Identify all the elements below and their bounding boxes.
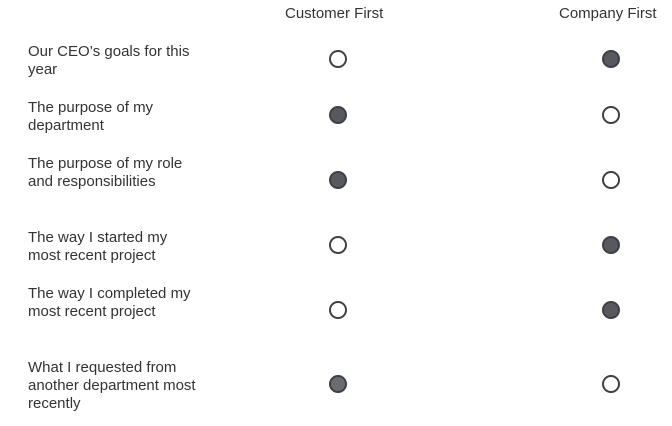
radio-row5-company-first[interactable] xyxy=(602,301,620,319)
radio-row1-company-first[interactable] xyxy=(602,50,620,68)
radio-row2-customer-first[interactable] xyxy=(329,106,347,124)
row-label: The way I started my most recent project xyxy=(28,229,168,264)
row-label: The purpose of my department xyxy=(28,99,154,134)
radio-row3-customer-first[interactable] xyxy=(329,171,347,189)
radio-row3-company-first[interactable] xyxy=(602,171,620,189)
row-label: What I requested from another department… xyxy=(28,359,196,412)
column-header-customer-first: Customer First xyxy=(285,5,384,22)
radio-row6-company-first[interactable] xyxy=(602,375,620,393)
radio-row4-company-first[interactable] xyxy=(602,236,620,254)
radio-row6-customer-first[interactable] xyxy=(329,375,347,393)
row-label: The purpose of my role and responsibilit… xyxy=(28,155,183,190)
row-label: Our CEO’s goals for this year xyxy=(28,43,190,78)
radio-row2-company-first[interactable] xyxy=(602,106,620,124)
column-header-company-first: Company First xyxy=(559,5,657,22)
row-label: The way I completed my most recent proje… xyxy=(28,285,191,320)
radio-row5-customer-first[interactable] xyxy=(329,301,347,319)
radio-row4-customer-first[interactable] xyxy=(329,236,347,254)
radio-row1-customer-first[interactable] xyxy=(329,50,347,68)
